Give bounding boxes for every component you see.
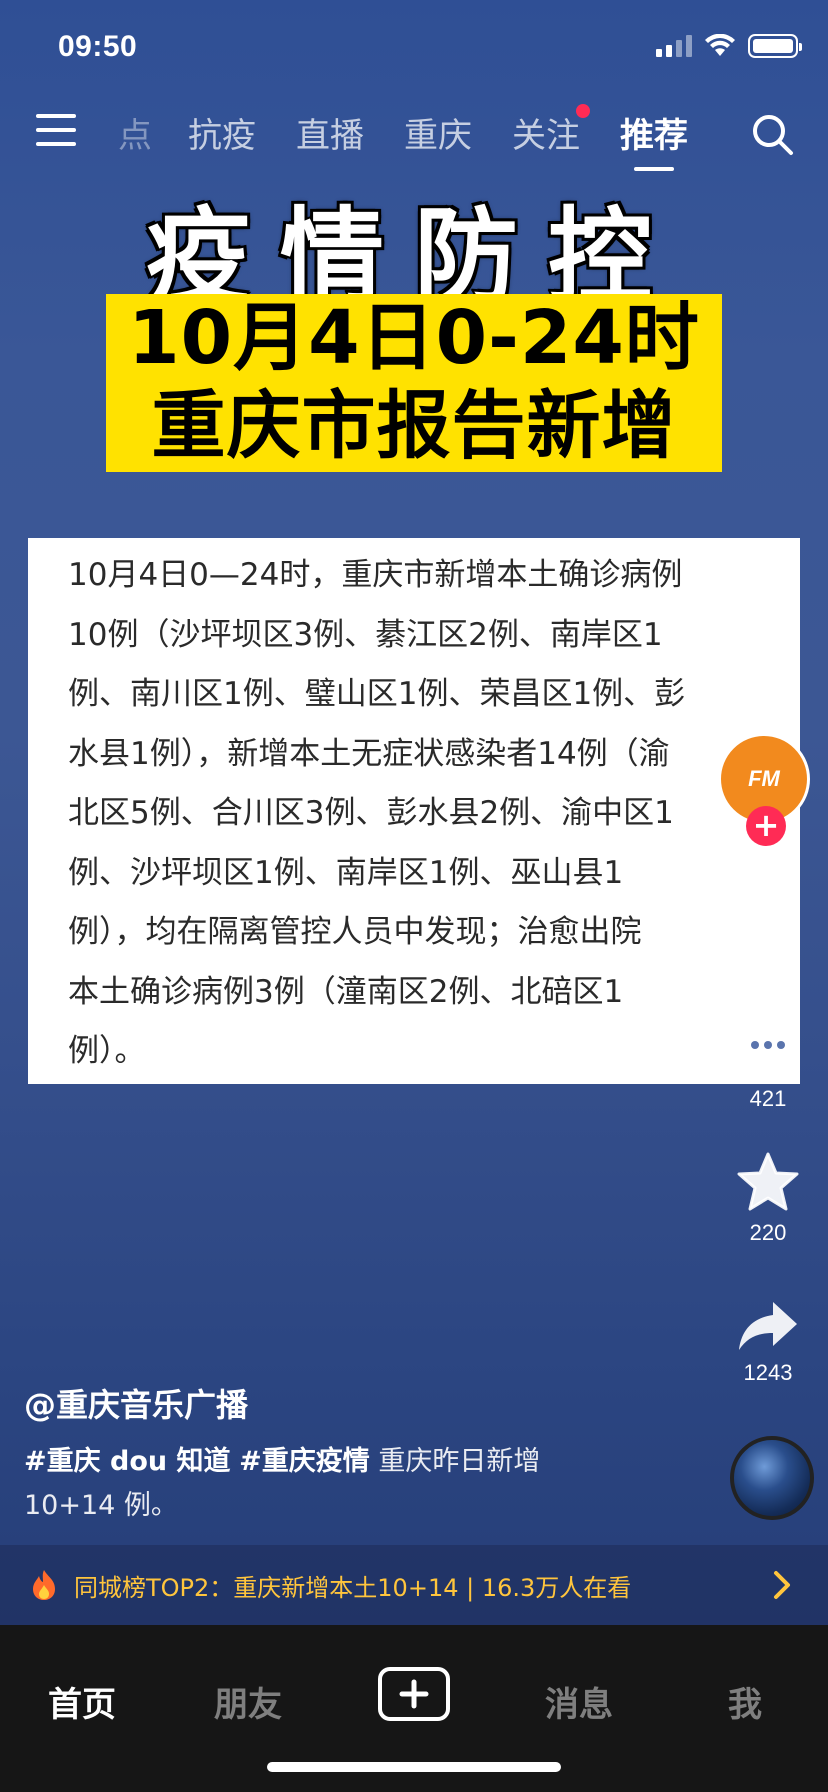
card-line: 本土确诊病例3例（潼南区2例、北碚区1 [68,973,624,1010]
author-name[interactable]: @重庆音乐广播 [24,1380,248,1426]
video-caption: #重庆 dou 知道 #重庆疫情 重庆昨日新增 10+14 例。 [24,1440,604,1528]
comment-button[interactable]: 421 [708,1018,828,1112]
comment-count: 421 [749,1086,787,1111]
tab-clipped[interactable]: 点 [118,108,150,157]
card-line: 例、南川区1例、璧山区1例、荣昌区1例、彭 [68,676,686,712]
nav-home[interactable]: 首页 [48,1677,116,1726]
tab-live[interactable]: 直播 [296,108,364,157]
nav-me[interactable]: 我 [728,1677,762,1726]
signal-icon [656,35,692,57]
report-text-card: 10月4日0—24时，重庆市新增本土确诊病例 10例（沙坪坝区3例、綦江区2例、… [28,538,800,1084]
card-line: 例），均在隔离管控人员中发现；治愈出院 [68,914,642,950]
tab-recommended[interactable]: 推荐 [620,108,688,171]
card-line: 例、沙坪坝区1例、南岸区1例、巫山县1 [68,854,624,891]
video-subtitle-line2: 重庆市报告新增 [151,383,677,469]
caption-text-line2: 10+14 例。 [24,1490,178,1521]
status-time: 09:50 [58,30,138,63]
heart-icon [737,880,799,934]
nav-friends[interactable]: 朋友 [214,1677,282,1726]
card-line: 北区5例、合川区3例、彭水县2例、渝中区1 [68,795,674,831]
comment-icon [737,1020,799,1076]
top-tabs: 点 抗疫 直播 重庆 关注 推荐 [118,104,728,171]
trending-text: 同城榜TOP2：重庆新增本土10+14 | 16.3万人在看 [74,1573,632,1602]
chevron-right-icon [774,1571,790,1599]
card-line: 水县1例），新增本土无症状感染者14例（渝 [68,735,670,772]
card-line: 10例（沙坪坝区3例、綦江区2例、南岸区1 [68,616,663,653]
share-button[interactable]: 1243 [708,1300,828,1386]
home-indicator[interactable] [267,1762,561,1772]
video-subtitle-box: 10月4日0-24时 重庆市报告新增 [106,294,722,472]
like-button[interactable]: 1209 [708,878,828,970]
favorite-button[interactable]: 220 [708,1152,828,1246]
tab-anti-epidemic[interactable]: 抗疫 [188,108,256,157]
fire-icon [33,1570,55,1600]
trending-banner[interactable]: 同城榜TOP2：重庆新增本土10+14 | 16.3万人在看 [0,1545,828,1625]
star-icon [737,1152,799,1211]
share-count: 1243 [743,1360,793,1385]
video-player[interactable]: 09:50 点 抗疫 直播 重庆 关注 推荐 疫情防控 10月4日0-24时 重… [0,0,828,1625]
plus-icon [399,1679,429,1709]
tab-following[interactable]: 关注 [512,104,590,157]
menu-icon[interactable] [36,114,76,146]
nav-messages[interactable]: 消息 [545,1677,613,1726]
tab-chongqing[interactable]: 重庆 [404,108,472,157]
notification-dot [576,104,590,118]
follow-button[interactable]: + [746,806,786,846]
music-disc[interactable] [730,1436,814,1520]
hashtag-chongqing-epidemic[interactable]: #重庆疫情 [239,1446,370,1477]
create-button[interactable] [378,1667,450,1721]
card-line: 例）。 [68,1033,146,1069]
action-rail: FM + 1209 421 220 1243 [708,0,828,1625]
card-line: 10月4日0—24时，重庆市新增本土确诊病例 [68,557,683,593]
video-subtitle-line1: 10月4日0-24时 [128,295,700,381]
caption-text: 重庆昨日新增 [369,1446,541,1477]
hashtag-chongqing-dou[interactable]: #重庆 dou 知道 [24,1446,231,1477]
avatar-logo-text: FM [748,766,780,791]
favorite-count: 220 [749,1220,787,1245]
share-icon [739,1302,797,1350]
app-screen: 09:50 点 抗疫 直播 重庆 关注 推荐 疫情防控 10月4日0-24时 重… [0,0,828,1792]
like-count: 1209 [743,944,793,969]
